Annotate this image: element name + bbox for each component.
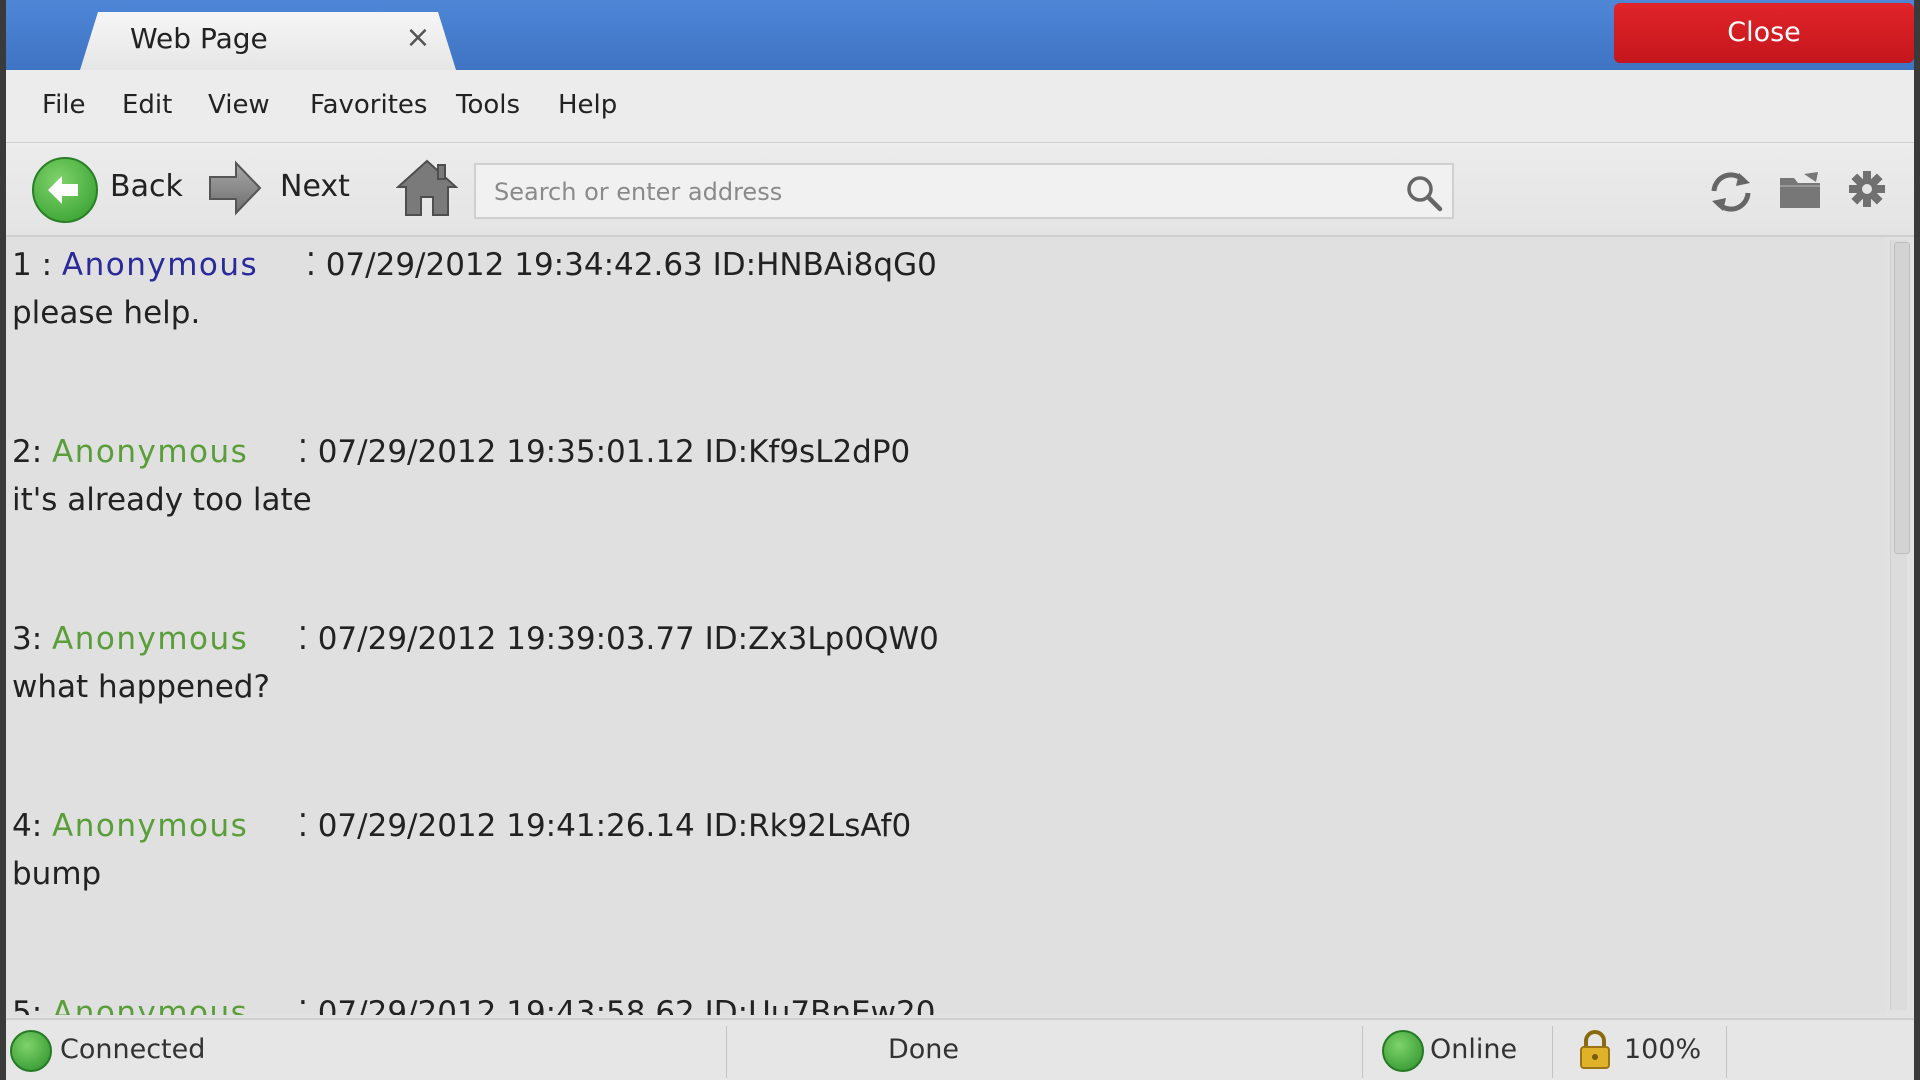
poster-name[interactable]: Anonymous	[52, 434, 248, 470]
status-divider	[1552, 1026, 1553, 1078]
post-body: what happened?	[12, 669, 270, 705]
home-icon[interactable]	[396, 157, 458, 219]
post-number: 2:	[12, 434, 43, 470]
tab-close-icon[interactable]: ×	[400, 20, 436, 56]
browser-window: Web Page × Close File Edit View Favorite…	[6, 0, 1914, 1080]
tab-web-page[interactable]: Web Page ×	[80, 12, 456, 70]
status-divider	[1362, 1026, 1363, 1078]
connected-globe-icon	[10, 1030, 52, 1072]
post-3: 3: Anonymous ⁚ 07/29/2012 19:39:03.77 ID…	[12, 621, 939, 705]
post-number: 4:	[12, 808, 43, 844]
lock-icon	[1580, 1030, 1610, 1069]
post-number: 1 :	[12, 247, 53, 283]
poster-name[interactable]: Anonymous	[62, 247, 258, 283]
tab-title: Web Page	[130, 22, 268, 55]
poster-name[interactable]: Anonymous	[52, 995, 248, 1015]
address-bar	[474, 163, 1454, 219]
gear-icon[interactable]	[1848, 170, 1886, 208]
menu-help[interactable]: Help	[558, 90, 617, 120]
next-button[interactable]: Next	[280, 169, 350, 204]
post-body: bump	[12, 856, 102, 892]
menu-view[interactable]: View	[208, 90, 270, 120]
page-status: Done	[888, 1034, 960, 1065]
menu-edit[interactable]: Edit	[122, 90, 172, 120]
folder-icon[interactable]	[1778, 170, 1822, 210]
poster-name[interactable]: Anonymous	[52, 808, 248, 844]
navigation-toolbar: Back Next	[6, 143, 1914, 237]
post-number: 3:	[12, 621, 43, 657]
post-meta: ⁚ 07/29/2012 19:34:42.63 ID:HNBAi8qG0	[306, 247, 937, 283]
refresh-icon[interactable]	[1706, 169, 1756, 215]
next-arrow-icon[interactable]	[206, 159, 264, 217]
title-bar: Web Page × Close	[6, 0, 1914, 70]
back-button[interactable]: Back	[110, 169, 183, 204]
network-status: Online	[1430, 1034, 1518, 1065]
status-divider	[1726, 1026, 1727, 1078]
scrollbar-thumb[interactable]	[1894, 242, 1910, 554]
post-meta: ⁚ 07/29/2012 19:41:26.14 ID:Rk92LsAf0	[298, 808, 912, 844]
post-4: 4: Anonymous ⁚ 07/29/2012 19:41:26.14 ID…	[12, 808, 911, 892]
post-meta: ⁚ 07/29/2012 19:35:01.12 ID:Kf9sL2dP0	[298, 434, 911, 470]
online-globe-icon	[1382, 1030, 1424, 1072]
menu-file[interactable]: File	[42, 90, 86, 120]
post-5: 5: Anonymous ⁚ 07/29/2012 19:43:58.62 ID…	[12, 995, 935, 1015]
address-input[interactable]	[492, 173, 1376, 211]
post-meta: ⁚ 07/29/2012 19:39:03.77 ID:Zx3Lp0QW0	[298, 621, 939, 657]
zoom-level[interactable]: 100%	[1624, 1034, 1701, 1065]
post-2: 2: Anonymous ⁚ 07/29/2012 19:35:01.12 ID…	[12, 434, 910, 518]
connection-status: Connected	[60, 1034, 206, 1065]
post-body: please help.	[12, 295, 201, 331]
post-meta: ⁚ 07/29/2012 19:43:58.62 ID:Uu7BnEw20	[298, 995, 936, 1015]
status-bar: Connected Done Online 100%	[6, 1018, 1914, 1080]
status-divider	[726, 1026, 727, 1078]
close-button[interactable]: Close	[1614, 3, 1914, 63]
search-icon[interactable]	[1404, 173, 1444, 213]
post-1: 1 : Anonymous ⁚ 07/29/2012 19:34:42.63 I…	[12, 247, 937, 331]
menu-bar: File Edit View Favorites Tools Help	[6, 70, 1914, 143]
menu-tools[interactable]: Tools	[456, 90, 520, 120]
post-number: 5:	[12, 995, 43, 1015]
page-content: 1 : Anonymous ⁚ 07/29/2012 19:34:42.63 I…	[6, 237, 1886, 1015]
menu-favorites[interactable]: Favorites	[310, 90, 427, 120]
poster-name[interactable]: Anonymous	[52, 621, 248, 657]
post-body: it's already too late	[12, 482, 312, 518]
back-arrow-icon[interactable]	[32, 157, 98, 223]
